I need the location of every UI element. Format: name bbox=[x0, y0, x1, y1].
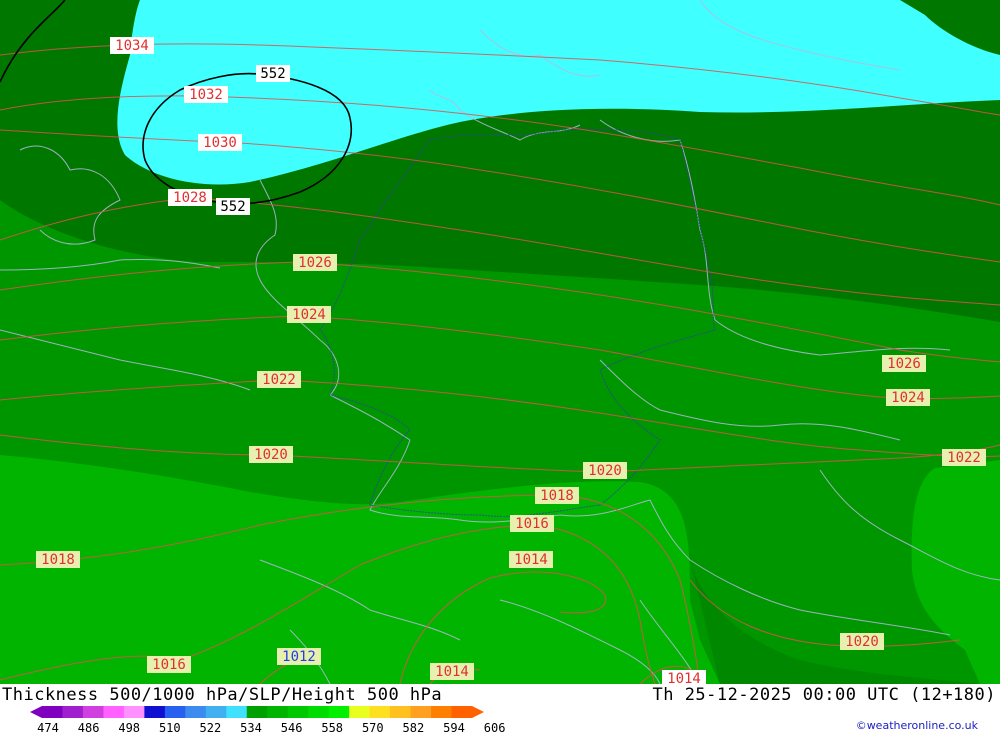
svg-text:1020: 1020 bbox=[588, 463, 622, 479]
scale-swatch bbox=[349, 706, 371, 718]
scale-swatch bbox=[390, 706, 412, 718]
scale-label: 522 bbox=[200, 721, 222, 733]
scale-swatch bbox=[410, 706, 432, 718]
isobar-label: 1020 bbox=[249, 446, 293, 463]
scale-swatch bbox=[451, 706, 473, 718]
isobar-label: 1014 bbox=[430, 663, 474, 680]
svg-text:1020: 1020 bbox=[254, 447, 288, 463]
svg-text:1024: 1024 bbox=[891, 390, 925, 406]
isobar-label: 1026 bbox=[293, 254, 337, 271]
isobar-label: 1024 bbox=[287, 306, 331, 323]
isobar-label: 1026 bbox=[882, 355, 926, 372]
scale-label: 582 bbox=[403, 721, 425, 733]
scale-swatch bbox=[246, 706, 268, 718]
svg-text:1018: 1018 bbox=[41, 552, 75, 568]
scale-label: 474 bbox=[37, 721, 59, 733]
scale-swatch bbox=[185, 706, 207, 718]
scale-swatch bbox=[369, 706, 391, 718]
svg-text:1020: 1020 bbox=[845, 634, 879, 650]
svg-text:1022: 1022 bbox=[262, 372, 296, 388]
height-label: 552 bbox=[216, 198, 250, 215]
svg-text:1016: 1016 bbox=[515, 516, 549, 532]
svg-text:1014: 1014 bbox=[667, 671, 701, 684]
scale-swatch bbox=[226, 706, 248, 718]
svg-text:1016: 1016 bbox=[152, 657, 186, 673]
scale-swatch bbox=[267, 706, 289, 718]
svg-text:1014: 1014 bbox=[514, 552, 548, 568]
scale-label: 570 bbox=[362, 721, 384, 733]
scale-swatch bbox=[308, 706, 330, 718]
isobar-label: 1012 bbox=[277, 648, 321, 665]
scale-swatch bbox=[62, 706, 84, 718]
isobar-label: 1014 bbox=[509, 551, 553, 568]
scale-label: 606 bbox=[484, 721, 506, 733]
scale-arrow-right bbox=[472, 706, 484, 718]
svg-text:552: 552 bbox=[260, 66, 285, 82]
isobar-label: 1024 bbox=[886, 389, 930, 406]
scale-swatch bbox=[123, 706, 145, 718]
scale-swatch bbox=[328, 706, 350, 718]
map-title: Thickness 500/1000 hPa/SLP/Height 500 hP… bbox=[2, 685, 443, 705]
height-label: 552 bbox=[256, 65, 290, 82]
scale-swatch bbox=[82, 706, 104, 718]
scale-label: 594 bbox=[443, 721, 465, 733]
isobar-label: 1028 bbox=[168, 189, 212, 206]
isobar-label: 1014 bbox=[662, 670, 706, 684]
svg-text:1028: 1028 bbox=[173, 190, 207, 206]
color-scale: 474 486 498 510 522 534 546 558 570 582 594 606 bbox=[30, 706, 505, 733]
svg-text:1026: 1026 bbox=[887, 356, 921, 372]
scale-label: 534 bbox=[240, 721, 262, 733]
svg-text:552: 552 bbox=[220, 199, 245, 215]
svg-text:1014: 1014 bbox=[435, 664, 469, 680]
scale-swatch bbox=[287, 706, 309, 718]
scale-swatch bbox=[103, 706, 125, 718]
isobar-label: 1032 bbox=[184, 86, 228, 103]
color-scale-labels: 474 486 498 510 522 534 546 558 570 582 594 606 bbox=[37, 721, 505, 733]
scale-swatch bbox=[144, 706, 166, 718]
isobar-label: 1022 bbox=[942, 449, 986, 466]
scale-swatch bbox=[431, 706, 453, 718]
svg-text:1034: 1034 bbox=[115, 38, 149, 54]
isobar-label: 1018 bbox=[535, 487, 579, 504]
scale-label: 510 bbox=[159, 721, 181, 733]
svg-text:1022: 1022 bbox=[947, 450, 981, 466]
isobar-label: 1030 bbox=[198, 134, 242, 151]
scale-label: 498 bbox=[118, 721, 140, 733]
scale-label: 558 bbox=[321, 721, 343, 733]
svg-text:1030: 1030 bbox=[203, 135, 237, 151]
footer: Thickness 500/1000 hPa/SLP/Height 500 hP… bbox=[0, 684, 1000, 733]
map-valid-time: Th 25-12-2025 00:00 UTC (12+180) bbox=[652, 685, 996, 705]
svg-text:1012: 1012 bbox=[282, 649, 316, 665]
isobar-label: 1018 bbox=[36, 551, 80, 568]
color-scale-swatches bbox=[30, 706, 484, 718]
credit-link[interactable]: ©weatheronline.co.uk bbox=[856, 719, 978, 732]
svg-text:1024: 1024 bbox=[292, 307, 326, 323]
isobar-label: 1016 bbox=[147, 656, 191, 673]
svg-text:1026: 1026 bbox=[298, 255, 332, 271]
scale-swatch bbox=[42, 706, 63, 718]
isobar-label: 1020 bbox=[840, 633, 884, 650]
weather-map: 1034 1032 1030 1028 1026 1024 1022 1020 … bbox=[0, 0, 1000, 684]
isobar-label: 1020 bbox=[583, 462, 627, 479]
svg-text:1032: 1032 bbox=[189, 87, 223, 103]
scale-swatch bbox=[205, 706, 227, 718]
isobar-label: 1016 bbox=[510, 515, 554, 532]
scale-swatch bbox=[164, 706, 186, 718]
isobar-label: 1022 bbox=[257, 371, 301, 388]
svg-text:1018: 1018 bbox=[540, 488, 574, 504]
isobar-label: 1034 bbox=[110, 37, 154, 54]
scale-label: 486 bbox=[78, 721, 100, 733]
scale-arrow-left bbox=[30, 706, 42, 718]
scale-label: 546 bbox=[281, 721, 303, 733]
